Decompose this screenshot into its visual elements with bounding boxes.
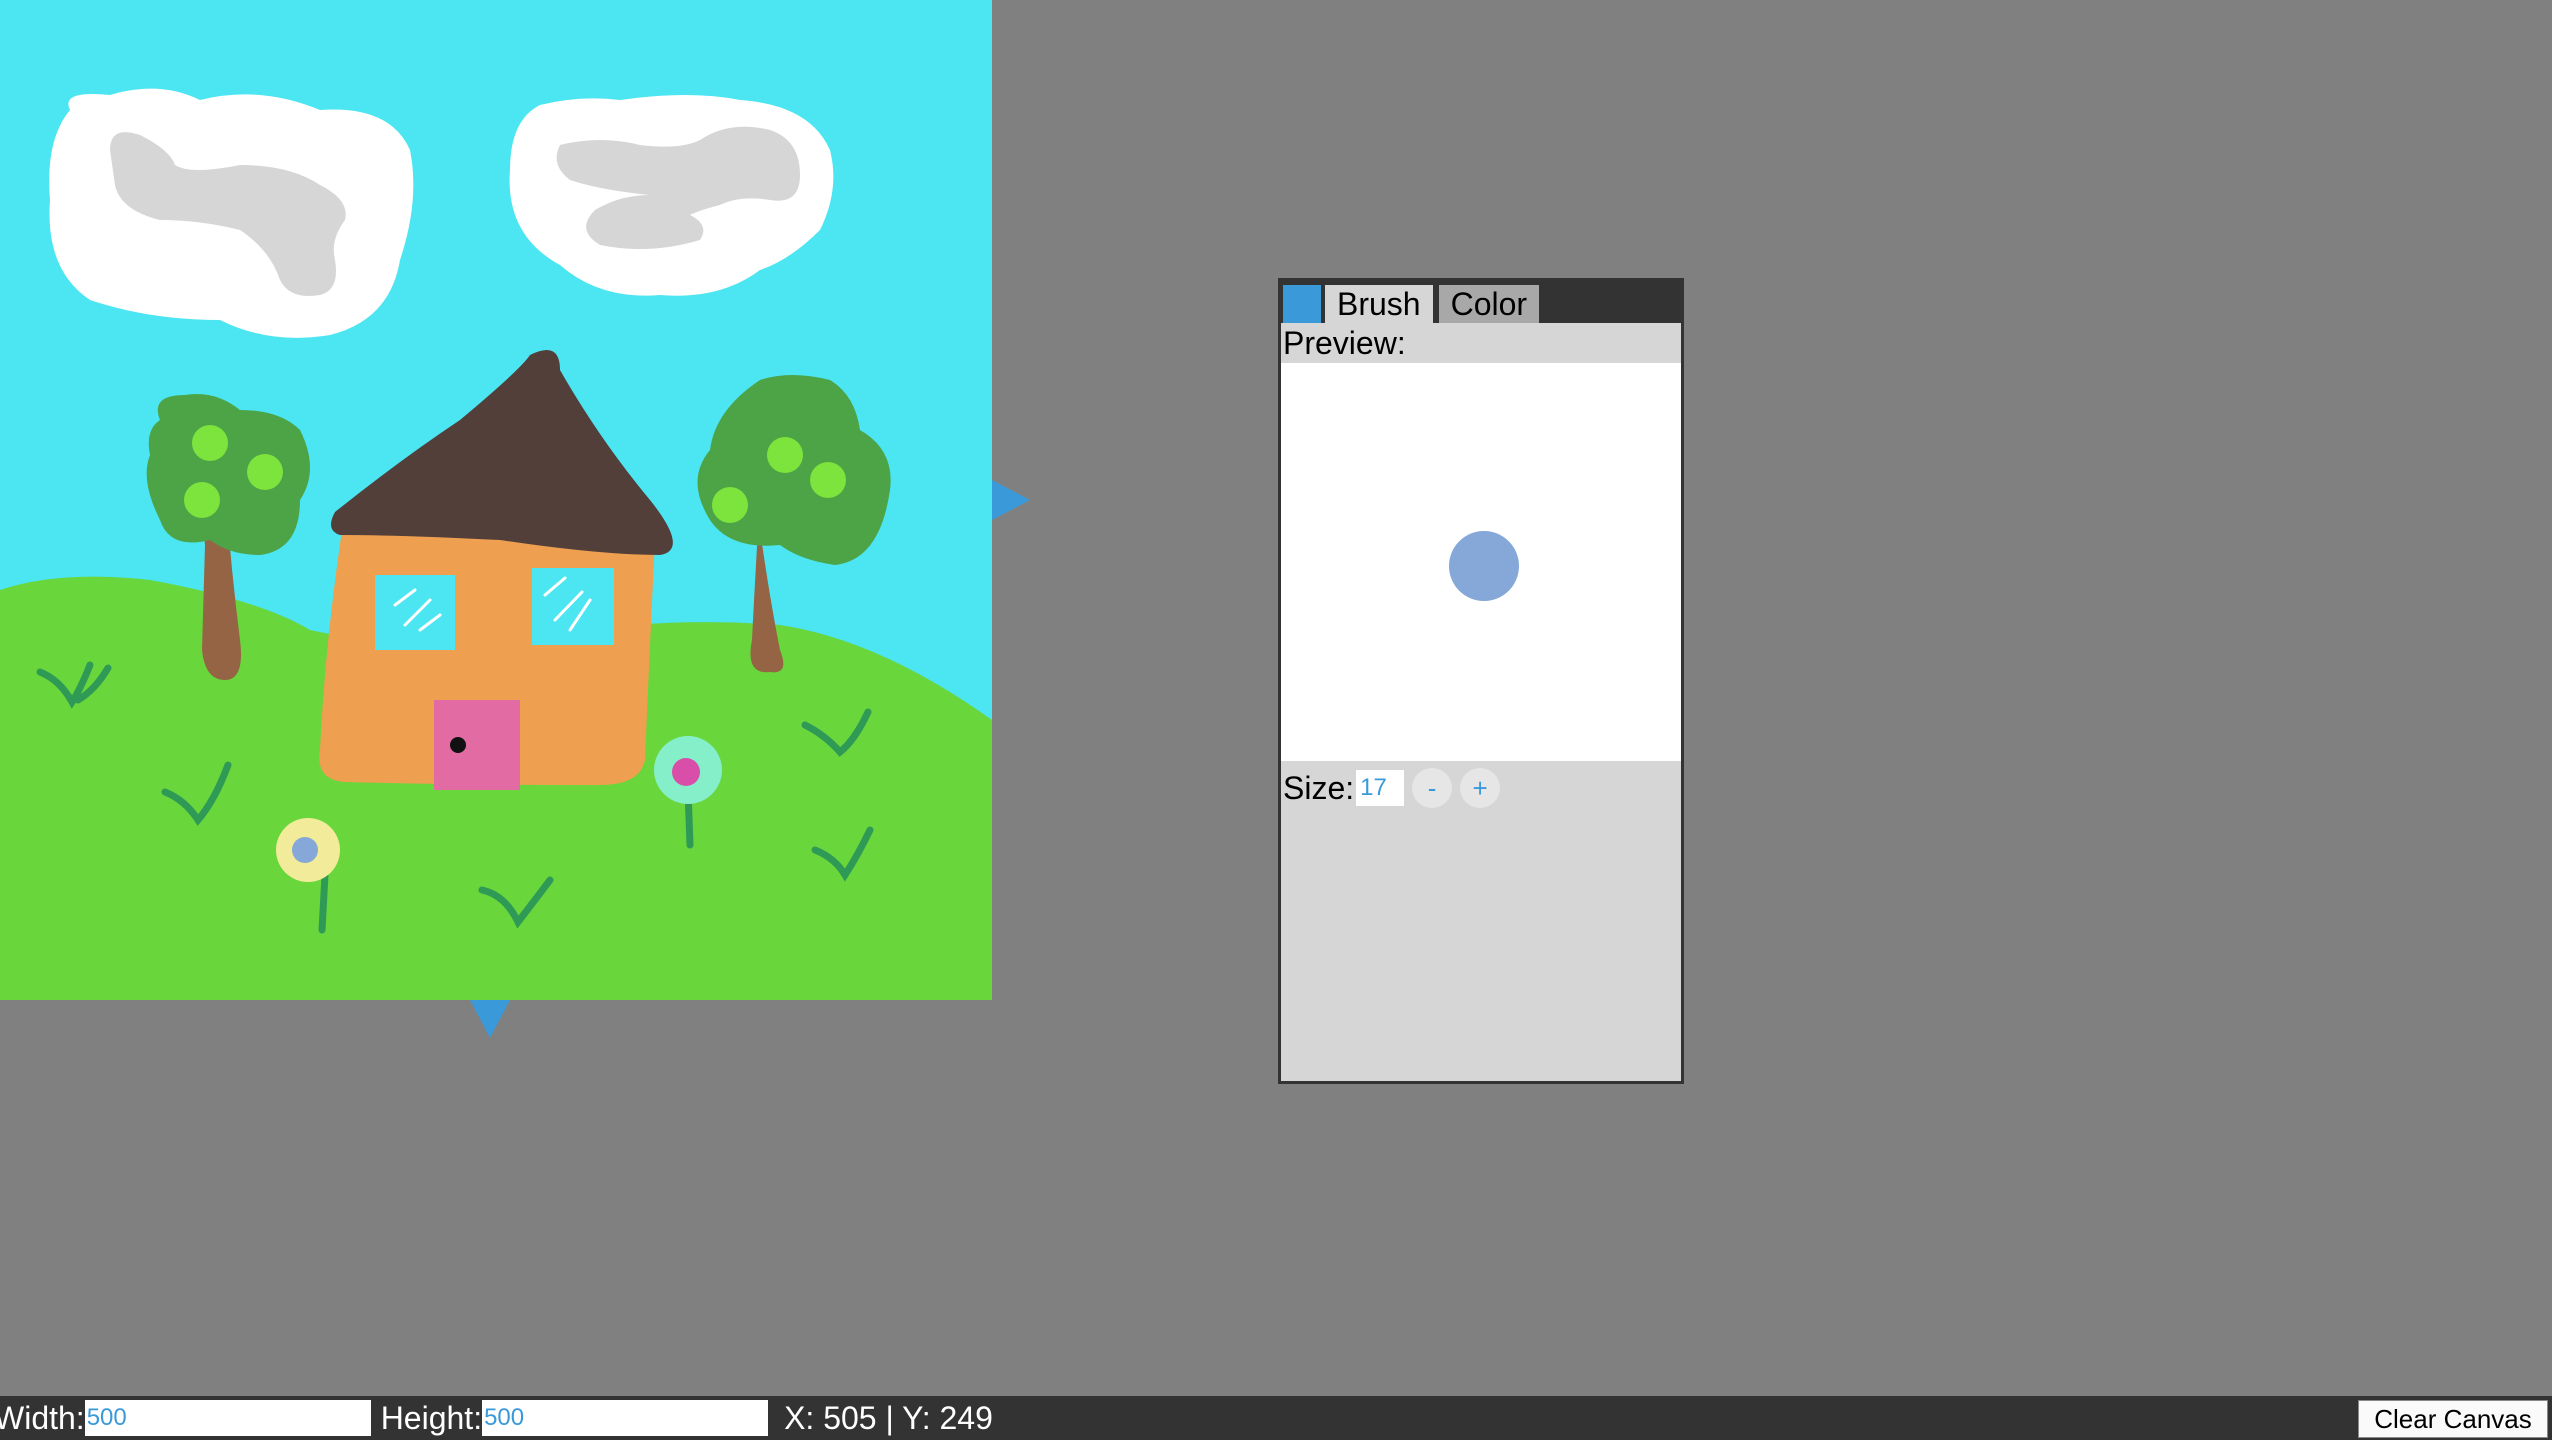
cursor-coordinates: X: 505 | Y: 249 <box>784 1399 993 1436</box>
preview-label: Preview: <box>1283 325 1406 361</box>
cloud-left <box>49 88 414 338</box>
tab-brush[interactable]: Brush <box>1325 285 1433 323</box>
size-decrement-button[interactable]: - <box>1412 768 1453 808</box>
width-input[interactable] <box>84 1400 371 1436</box>
house-door <box>434 700 520 790</box>
width-label: Width: <box>0 1399 85 1436</box>
size-label: Size: <box>1283 769 1355 806</box>
resize-handle-right[interactable] <box>992 480 1030 520</box>
height-input[interactable] <box>482 1400 769 1436</box>
status-bar: Width: Height: X: 505 | Y: 249 Clear Can… <box>0 1396 2552 1440</box>
resize-handle-bottom[interactable] <box>470 1000 510 1038</box>
height-label: Height: <box>380 1399 483 1436</box>
current-color-swatch[interactable] <box>1283 285 1321 323</box>
panel-tab-bar: Brush Color <box>1281 281 1681 323</box>
drawing-canvas[interactable] <box>0 0 992 1000</box>
size-input[interactable] <box>1356 770 1405 806</box>
window-left <box>375 575 455 650</box>
brush-panel: Brush Color Preview: Size: - + <box>1278 278 1684 1084</box>
brush-preview-dot <box>1449 531 1519 601</box>
tab-color[interactable]: Color <box>1438 285 1540 323</box>
clear-canvas-button[interactable]: Clear Canvas <box>2358 1400 2548 1438</box>
size-increment-button[interactable]: + <box>1460 768 1501 808</box>
size-control: Size: - + <box>1281 761 1681 815</box>
window-right <box>532 568 614 645</box>
brush-preview <box>1281 363 1681 761</box>
canvas-drawing <box>0 0 992 1000</box>
